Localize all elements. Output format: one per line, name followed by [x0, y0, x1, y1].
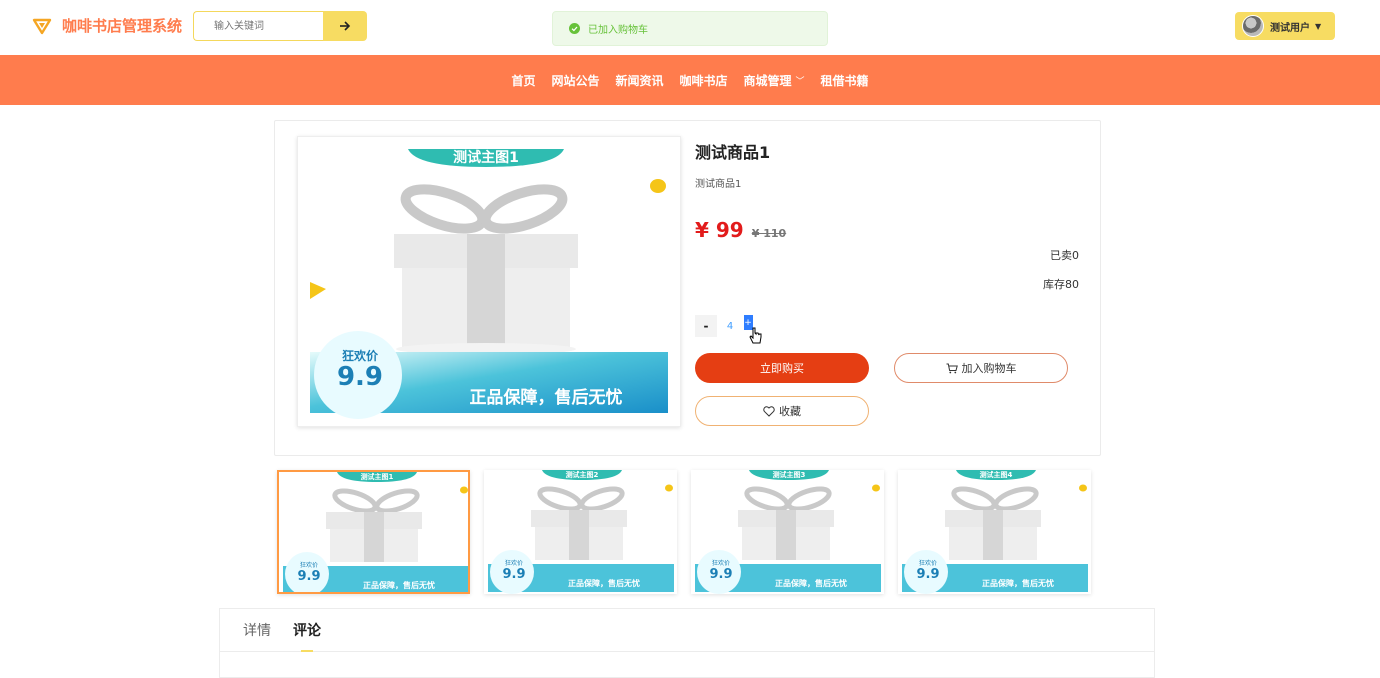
success-toast: 已加入购物车 — [552, 11, 828, 46]
thumbnail-image: 测试主图4 狂欢价9.9 正品保障，售后无忧 — [898, 470, 1091, 594]
product-original-price: ¥ 110 — [751, 227, 787, 240]
product-main-image: 测试主图1 狂欢价 9.9 正品保障，售后无忧 — [297, 136, 681, 427]
search-bar — [193, 11, 367, 41]
nav-item-book-rental[interactable]: 租借书籍 — [821, 72, 869, 89]
buy-now-button[interactable]: 立即购买 — [695, 353, 869, 383]
product-title: 测试商品1 — [695, 143, 771, 162]
product-card: 测试主图1 狂欢价 9.9 正品保障，售后无忧 测试商品1 测试商品1 ¥ 99… — [274, 120, 1101, 456]
nav-item-home[interactable]: 首页 — [511, 72, 535, 89]
thumbnail-slogan: 正品保障，售后无忧 — [775, 578, 847, 588]
thumbnail-badge-price: 9.9 — [916, 567, 939, 582]
thumbnail-slogan: 正品保障，售后无忧 — [982, 578, 1054, 588]
thumbnail-badge-top: 狂欢价 — [712, 559, 730, 567]
thumbnail-1[interactable]: 测试主图1 狂欢价 9.9 正品保障，售后无忧 — [277, 470, 470, 594]
main-banner-text: 测试主图1 — [453, 149, 519, 166]
detail-tabs-panel: 详情 评论 — [219, 608, 1155, 678]
tab-comments[interactable]: 评论 — [293, 609, 321, 652]
quantity-decrease-button[interactable]: - — [695, 315, 717, 337]
toast-message: 已加入购物车 — [588, 25, 648, 36]
product-price: ¥ 99 — [695, 218, 744, 242]
nav-item-mall-management-label: 商城管理 — [743, 73, 792, 88]
nav-item-news[interactable]: 新闻资讯 — [615, 72, 663, 89]
add-to-cart-label: 加入购物车 — [961, 362, 1017, 375]
top-header: 咖啡书店管理系统 已加入购物车 测试用户 ▼ — [0, 0, 1380, 55]
caret-down-icon: ▼ — [1315, 21, 1322, 31]
thumbnail-badge-top: 狂欢价 — [919, 559, 937, 567]
nav-item-coffee-store[interactable]: 咖啡书店 — [679, 72, 727, 89]
cart-icon — [946, 363, 958, 373]
tab-details[interactable]: 详情 — [243, 609, 271, 652]
slogan-text: 正品保障，售后无忧 — [470, 387, 623, 408]
thumbnail-strip: 测试主图1 狂欢价 9.9 正品保障，售后无忧 测试主图2 狂欢价 9.9 正品保障，售后无忧… — [277, 470, 1105, 594]
favorite-label: 收藏 — [779, 405, 801, 418]
thumbnail-badge-price: 9.9 — [297, 569, 320, 584]
avatar — [1242, 15, 1264, 37]
user-menu-button[interactable]: 测试用户 ▼ — [1235, 12, 1335, 40]
logo[interactable]: 咖啡书店管理系统 — [32, 15, 182, 36]
thumbnail-4[interactable]: 测试主图4 狂欢价 9.9 正品保障，售后无忧 — [898, 470, 1091, 594]
product-subtitle: 测试商品1 — [695, 179, 742, 190]
thumbnail-badge-top: 狂欢价 — [505, 559, 523, 567]
search-button[interactable] — [323, 11, 367, 41]
gift-promo-image: 测试主图1 狂欢价 9.9 正品保障，售后无忧 — [298, 137, 680, 426]
nav-item-mall-management[interactable]: 商城管理 ﹀ — [744, 72, 805, 89]
main-nav: 首页 网站公告 新闻资讯 咖啡书店 商城管理 ﹀ 租借书籍 — [0, 55, 1380, 105]
price-row: ¥ 99 ¥ 110 — [695, 218, 1079, 242]
thumbnail-banner-text: 测试主图1 — [361, 472, 394, 481]
favorite-button[interactable]: 收藏 — [695, 396, 869, 426]
thumbnail-slogan: 正品保障，售后无忧 — [568, 578, 640, 588]
thumbnail-image: 测试主图3 狂欢价9.9 正品保障，售后无忧 — [691, 470, 884, 594]
thumbnail-badge-price: 9.9 — [709, 567, 732, 582]
thumbnail-banner-text: 测试主图3 — [773, 470, 806, 479]
chevron-down-icon: ﹀ — [795, 76, 805, 87]
stock-count: 库存80 — [1043, 278, 1079, 291]
arrow-right-icon — [340, 21, 351, 31]
app-title: 咖啡书店管理系统 — [62, 17, 183, 35]
thumbnail-2[interactable]: 测试主图2 狂欢价 9.9 正品保障，售后无忧 — [484, 470, 677, 594]
sold-count: 已卖0 — [1050, 249, 1079, 262]
quantity-value[interactable]: 4 — [717, 315, 743, 337]
product-info: 测试商品1 测试商品1 ¥ 99 ¥ 110 已卖0 库存80 - 4 + 立即… — [695, 139, 1079, 426]
thumbnail-3[interactable]: 测试主图3 狂欢价 9.9 正品保障，售后无忧 — [691, 470, 884, 594]
user-name: 测试用户 — [1270, 22, 1310, 34]
heart-icon — [763, 405, 775, 417]
thumbnail-badge-price: 9.9 — [502, 567, 525, 582]
thumbnail-image: 测试主图1 狂欢价9.9 正品保障，售后无忧 — [279, 472, 468, 592]
tab-list: 详情 评论 — [220, 609, 1154, 652]
nav-item-notices[interactable]: 网站公告 — [551, 72, 599, 89]
thumbnail-badge-top: 狂欢价 — [300, 561, 318, 569]
thumbnail-slogan: 正品保障，售后无忧 — [363, 580, 435, 590]
mouse-pointer-icon — [749, 327, 762, 344]
thumbnail-banner-text: 测试主图4 — [980, 470, 1013, 479]
success-check-icon — [569, 23, 580, 34]
thumbnail-banner-text: 测试主图2 — [566, 470, 599, 479]
badge-price-text: 9.9 — [337, 362, 383, 392]
thumbnail-image: 测试主图2 狂欢价9.9 正品保障，售后无忧 — [484, 470, 677, 594]
quantity-stepper: - 4 + — [695, 315, 762, 344]
logo-icon — [32, 18, 52, 34]
badge-top-text: 狂欢价 — [342, 348, 379, 363]
add-to-cart-button[interactable]: 加入购物车 — [894, 353, 1068, 383]
search-input[interactable] — [193, 11, 323, 41]
